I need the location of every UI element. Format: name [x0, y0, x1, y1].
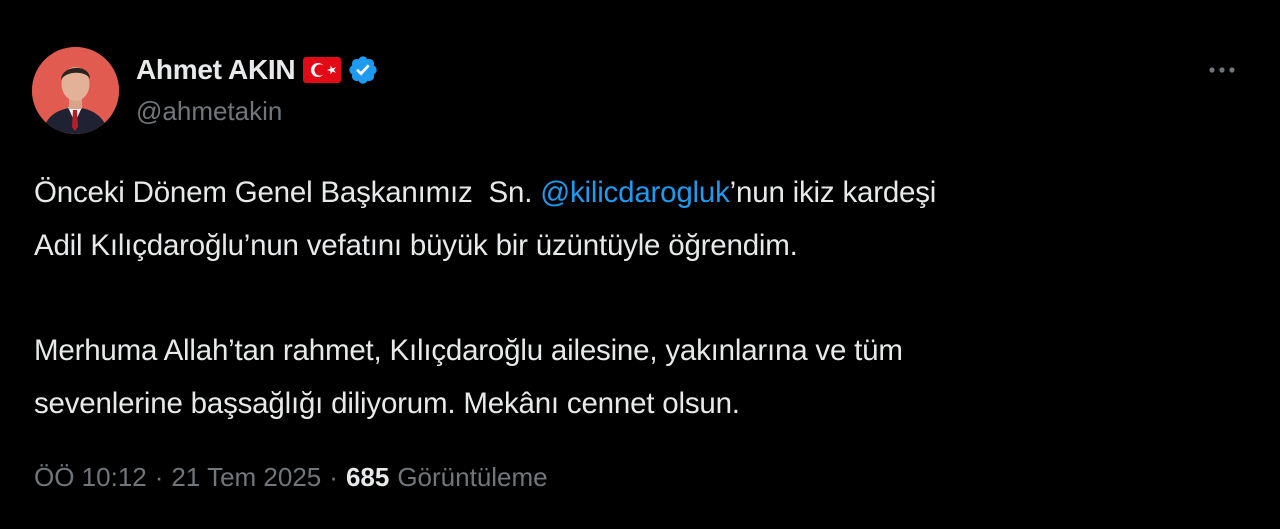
tweet-line-2: Adil Kılıçdaroğlu’nun vefatını büyük bir… [34, 229, 798, 262]
user-handle[interactable]: @ahmetakin [136, 96, 379, 127]
mention-link[interactable]: @kilicdarogluk [540, 176, 730, 209]
tweet-date[interactable]: 21 Tem 2025 [171, 462, 321, 493]
tweet-meta: ÖÖ 10:12 · 21 Tem 2025 · 685 Görüntüleme [34, 462, 548, 493]
tweet-card: Ahmet AKIN @ahmetakin Önceki Dönem Genel… [0, 0, 1280, 529]
tweet-header: Ahmet AKIN @ahmetakin [136, 52, 379, 127]
tweet-line-1: Önceki Dönem Genel Başkanımız Sn. @kilic… [34, 166, 1254, 219]
avatar[interactable] [32, 47, 119, 134]
meta-separator: · [329, 462, 338, 492]
views-label: Görüntüleme [397, 462, 548, 492]
verified-badge-icon[interactable] [347, 54, 379, 86]
views-count: 685 [345, 462, 390, 492]
tweet-line-4: sevenlerine başsağlığı diliyorum. Mekânı… [34, 387, 740, 420]
tweet-line-3: Merhuma Allah’tan rahmet, Kılıçdaroğlu a… [34, 334, 903, 367]
display-name[interactable]: Ahmet AKIN [136, 54, 296, 86]
turkey-flag-icon [303, 57, 342, 83]
name-row: Ahmet AKIN [136, 52, 379, 88]
tweet-line-1-prefix: Önceki Dönem Genel Başkanımız Sn. [34, 176, 541, 209]
tweet-time[interactable]: ÖÖ 10:12 [34, 462, 147, 493]
tweet-text: Önceki Dönem Genel Başkanımız Sn. @kilic… [34, 166, 1254, 430]
more-options-icon[interactable] [1200, 56, 1244, 84]
tweet-line-1-suffix: ’nun ikiz kardeşi [729, 176, 937, 209]
meta-separator: · [154, 462, 164, 492]
